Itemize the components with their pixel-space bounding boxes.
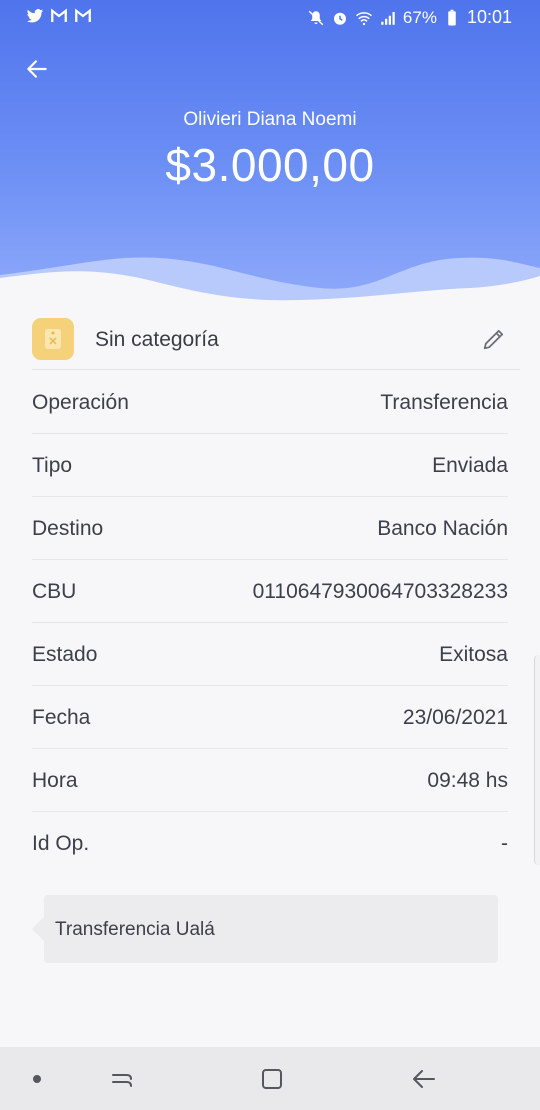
- back-icon[interactable]: [410, 1065, 438, 1093]
- detail-label: Id Op.: [32, 832, 90, 855]
- detail-row-estado: Estado Exitosa: [32, 623, 508, 686]
- detail-value: 09:48 hs: [427, 769, 508, 792]
- alarm-icon: [333, 12, 346, 25]
- wifi-icon: [355, 11, 372, 25]
- detail-value: Enviada: [432, 454, 508, 477]
- gmail-icon: [75, 8, 91, 22]
- detail-row-cbu: CBU 0110647930064703328233: [32, 560, 508, 623]
- detail-value: -: [501, 832, 508, 855]
- detail-label: Fecha: [32, 706, 91, 729]
- home-icon[interactable]: [258, 1065, 286, 1093]
- detail-label: CBU: [32, 580, 77, 603]
- status-bar: 67% 10:01: [0, 0, 540, 34]
- category-row[interactable]: Sin categoría: [32, 318, 508, 364]
- clock: 10:01: [466, 7, 512, 27]
- detail-label: Tipo: [32, 454, 73, 477]
- detail-row-fecha: Fecha 23/06/2021: [32, 686, 508, 749]
- category-label: Sin categoría: [95, 328, 219, 351]
- tag-icon: [32, 318, 74, 360]
- signal-icon: [381, 11, 395, 25]
- detail-row-id-op: Id Op. -: [32, 812, 508, 874]
- twitter-icon: [26, 9, 44, 23]
- detail-row-hora: Hora 09:48 hs: [32, 749, 508, 812]
- transfer-note-bubble: Transferencia Ualá: [32, 895, 498, 963]
- battery-percentage: 67%: [402, 7, 437, 27]
- transaction-amount: $3.000,00: [165, 139, 375, 191]
- divider: [32, 369, 520, 370]
- recent-apps-icon[interactable]: [108, 1065, 136, 1093]
- battery-icon: [448, 9, 456, 25]
- notification-icons: [26, 7, 92, 25]
- detail-value: Transferencia: [380, 391, 508, 414]
- detail-value: Banco Nación: [377, 517, 508, 540]
- header-wave: [0, 257, 540, 310]
- back-arrow-icon[interactable]: [24, 56, 50, 82]
- system-icons: 67% 10:01: [307, 7, 512, 28]
- detail-label: Operación: [32, 391, 129, 414]
- detail-row-operacion: Operación Transferencia: [32, 371, 508, 434]
- detail-label: Destino: [32, 517, 104, 540]
- detail-label: Estado: [32, 643, 98, 666]
- detail-row-destino: Destino Banco Nación: [32, 497, 508, 560]
- transaction-details: Operación Transferencia Tipo Enviada Des…: [32, 371, 508, 874]
- mute-icon: [308, 10, 324, 25]
- navigation-bar: [0, 1047, 540, 1110]
- edit-pencil-icon[interactable]: [480, 325, 508, 353]
- detail-label: Hora: [32, 769, 78, 792]
- detail-value: Exitosa: [439, 643, 508, 666]
- dot-icon[interactable]: [23, 1065, 51, 1093]
- edge-panel-handle[interactable]: [534, 655, 540, 865]
- detail-value: 0110647930064703328233: [252, 580, 508, 603]
- note-text: Transferencia Ualá: [55, 919, 215, 940]
- detail-value: 23/06/2021: [402, 706, 508, 729]
- gmail-icon: [51, 8, 67, 22]
- detail-row-tipo: Tipo Enviada: [32, 434, 508, 497]
- recipient-name: Olivieri Diana Noemi: [183, 109, 357, 130]
